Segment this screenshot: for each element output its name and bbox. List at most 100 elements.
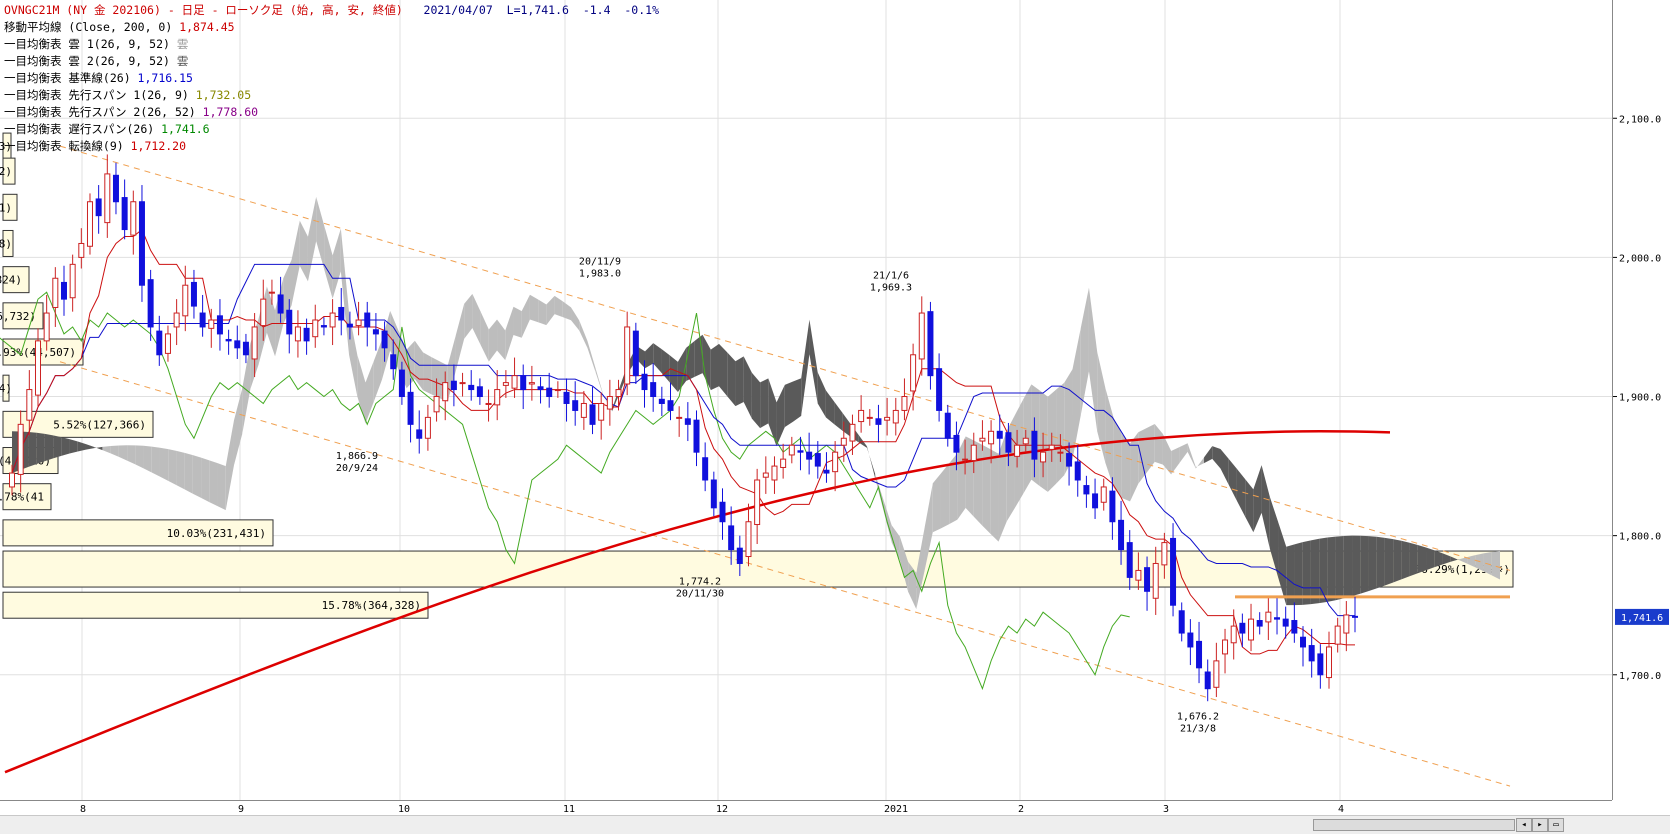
- ichimoku-cloud-segment: [209, 460, 218, 507]
- ichimoku-cloud-segment: [1097, 351, 1106, 463]
- ichimoku-cloud-segment: [784, 381, 793, 428]
- candle-body: [745, 521, 752, 558]
- candle-body: [979, 437, 986, 442]
- candle-body: [147, 279, 154, 328]
- candle-body: [572, 400, 579, 411]
- candle-body: [780, 458, 787, 468]
- candle-body: [849, 423, 856, 442]
- ichimoku-cloud-segment: [61, 437, 70, 456]
- legend-item: 一目均衡表 雲 1(26, 9, 52) 雲: [4, 36, 659, 53]
- volume-profile-label: 3.47%(80,064): [0, 382, 12, 395]
- annotation-line: 20/9/24: [336, 463, 378, 474]
- candle-body: [563, 391, 570, 404]
- chart-plot-area[interactable]: 0.08%(1,853)0.12%(2,712)0.15%(3,361)0.29…: [0, 0, 1612, 800]
- scroll-right-button[interactable]: ▸: [1532, 818, 1548, 832]
- ichimoku-cloud-segment: [1335, 535, 1344, 601]
- annotation-line: 21/3/8: [1180, 723, 1216, 734]
- candle-body: [216, 315, 223, 335]
- candle-body: [381, 330, 388, 349]
- candle-body: [1057, 451, 1064, 454]
- annotation-line: 1,969.3: [870, 282, 912, 293]
- swing-annotation: 1,676.2 21/3/8: [1177, 711, 1219, 734]
- candle-body: [95, 198, 102, 217]
- scroll-left-button[interactable]: ◂: [1516, 818, 1532, 832]
- y-tick-label: 2,100.0: [1619, 114, 1661, 125]
- ichimoku-cloud-segment: [1376, 536, 1385, 589]
- ichimoku-cloud-segment: [1212, 446, 1221, 469]
- candle-body: [693, 419, 700, 453]
- candle-body: [190, 281, 197, 307]
- ichimoku-cloud-segment: [751, 372, 761, 429]
- ichimoku-cloud-segment: [127, 445, 136, 465]
- candle-body: [1274, 617, 1281, 620]
- candle-body: [598, 402, 605, 421]
- candle-body: [970, 444, 977, 462]
- ichimoku-cloud-segment: [94, 446, 103, 451]
- legend-label: 一目均衡表 遅行スパン(26): [4, 122, 155, 136]
- ichimoku-cloud-segment: [760, 378, 769, 429]
- candle-body: [788, 444, 795, 456]
- legend-label: 一目均衡表 雲 2(26, 9, 52): [4, 54, 170, 68]
- ichimoku-cloud-segment: [792, 378, 802, 422]
- ichimoku-cloud-segment: [866, 446, 876, 479]
- scrollbar[interactable]: ◂ ▸ ▭: [0, 815, 1670, 834]
- ichimoku-cloud-segment: [513, 306, 522, 338]
- ichimoku-cloud-segment: [1171, 447, 1180, 475]
- scroll-thumb[interactable]: [1313, 819, 1515, 831]
- ichimoku-cloud-segment: [817, 372, 826, 418]
- annotation-line: 1,983.0: [579, 268, 621, 279]
- ichimoku-cloud-segment: [719, 343, 728, 397]
- ichimoku-cloud-segment: [159, 447, 169, 481]
- x-tick-label: 9: [238, 804, 244, 815]
- candle-body: [1100, 486, 1107, 503]
- legend-item: 一目均衡表 先行スパン 2(26, 52) 1,778.60: [4, 104, 659, 121]
- legend-item: 一目均衡表 遅行スパン(26) 1,741.6: [4, 121, 659, 138]
- ichimoku-cloud-segment: [1302, 540, 1311, 605]
- candle-body: [1005, 432, 1012, 453]
- candle-body: [1239, 622, 1246, 634]
- ichimoku-cloud-segment: [1088, 287, 1098, 432]
- ichimoku-cloud-segment: [932, 473, 941, 533]
- candle-body: [901, 396, 908, 411]
- ichimoku-cloud-segment: [809, 319, 818, 404]
- annotation-line: 1,676.2: [1177, 711, 1219, 722]
- legend-item: 一目均衡表 先行スパン 1(26, 9) 1,732.05: [4, 87, 659, 104]
- candle-body: [1291, 620, 1298, 634]
- ichimoku-cloud-segment: [118, 445, 128, 461]
- ichimoku-cloud-segment: [316, 196, 325, 270]
- candle-body: [580, 402, 587, 418]
- ichimoku-cloud-segment: [1056, 382, 1065, 484]
- candle-body: [372, 329, 379, 335]
- candle-body: [329, 312, 336, 328]
- candle-body: [34, 340, 41, 396]
- legend-item: 一目均衡表 転換線(9) 1,712.20: [4, 138, 659, 155]
- legend-label: 一目均衡表 先行スパン 1(26, 9): [4, 88, 189, 102]
- candle-body: [1352, 615, 1358, 618]
- ichimoku-cloud-segment: [505, 306, 514, 361]
- ichimoku-cloud-segment: [1343, 535, 1353, 599]
- candle-body: [164, 333, 171, 354]
- candle-body: [554, 389, 561, 392]
- candle-body: [424, 416, 431, 439]
- ichimoku-cloud-segment: [135, 445, 144, 469]
- legend-value: 1,778.60: [195, 105, 259, 119]
- candle-body: [407, 391, 414, 425]
- candle-body: [355, 319, 362, 327]
- x-tick-label: 11: [563, 804, 575, 815]
- zoom-button[interactable]: ▭: [1548, 818, 1564, 832]
- candle-body: [762, 472, 769, 478]
- legend-value: 1,874.45: [172, 20, 235, 34]
- ichimoku-cloud-segment: [217, 463, 226, 511]
- ichimoku-cloud-segment: [1195, 457, 1205, 469]
- header-date: 2021/04/07: [423, 3, 493, 17]
- candle-body: [416, 429, 423, 439]
- candle-body: [242, 341, 249, 356]
- current-price-label: 1,741.6: [1621, 613, 1663, 624]
- ichimoku-cloud-segment: [53, 435, 62, 459]
- candle-body: [615, 389, 622, 398]
- ichimoku-cloud-segment: [776, 384, 785, 447]
- candle-body: [1152, 562, 1159, 599]
- candle-body: [676, 416, 683, 419]
- candle-body: [1308, 645, 1315, 662]
- candle-body: [1092, 493, 1099, 509]
